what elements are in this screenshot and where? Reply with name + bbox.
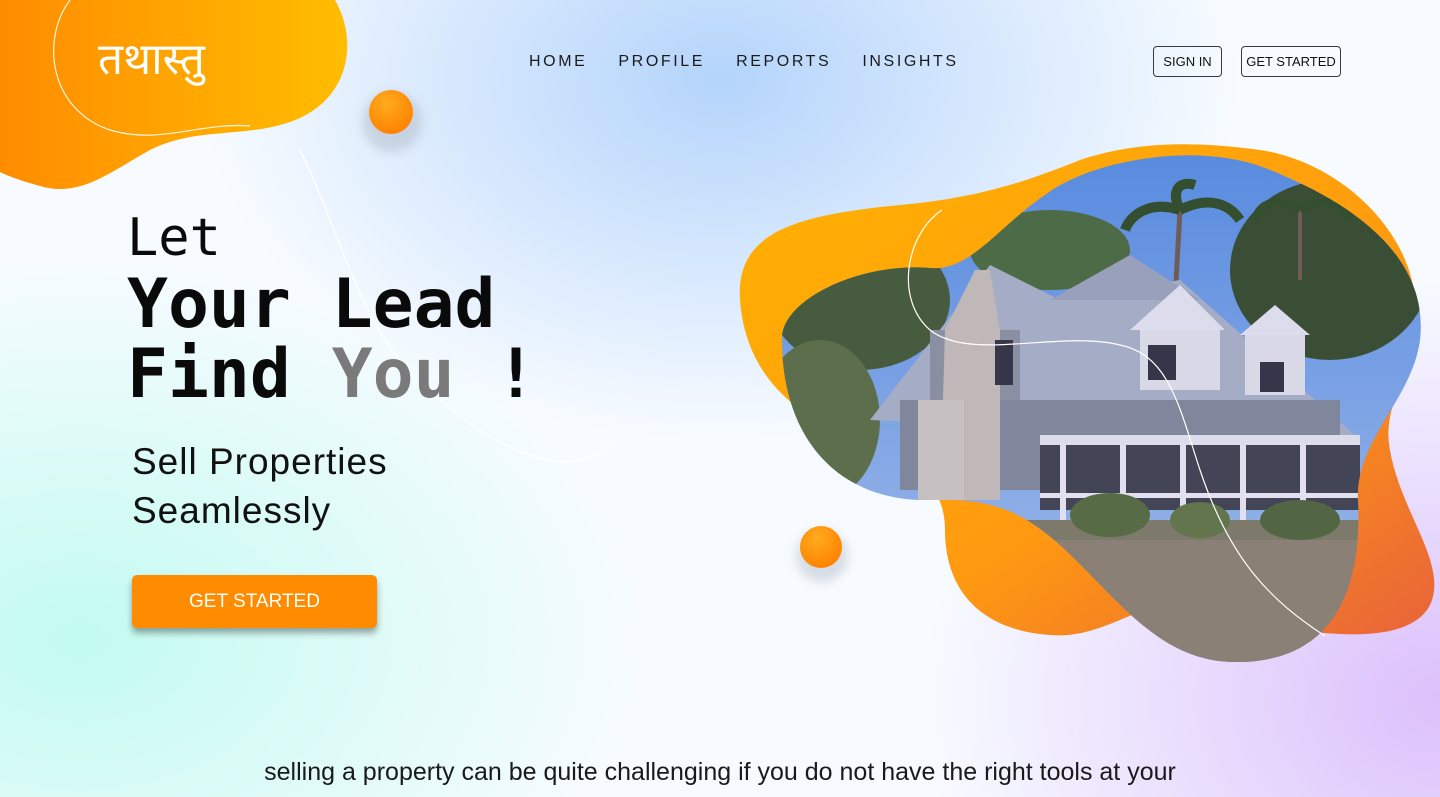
headline-line-1: Let — [127, 208, 221, 268]
header-get-started-button[interactable]: GET STARTED — [1241, 46, 1341, 77]
tagline-line-2: Seamlessly — [132, 490, 332, 531]
headline-line-3: Find You ! — [127, 340, 536, 410]
hero-right-blob — [739, 144, 1435, 636]
intro-paragraph: selling a property can be quite challeng… — [264, 758, 1176, 786]
house-photo-art — [781, 155, 1421, 663]
floating-ball-top — [369, 90, 413, 134]
headline-line-2: Your Lead — [127, 265, 496, 344]
floating-ball-bottom — [800, 526, 842, 568]
headline-you-highlight: You — [331, 335, 455, 414]
nav-home[interactable]: HOME — [529, 50, 587, 74]
nav-insights[interactable]: INSIGHTS — [862, 50, 958, 74]
tagline-line-1: Sell Properties — [132, 441, 388, 482]
nav-profile[interactable]: PROFILE — [618, 50, 705, 74]
nav-reports[interactable]: REPORTS — [736, 50, 831, 74]
sign-in-button[interactable]: SIGN IN — [1153, 46, 1222, 77]
headline-exclaim: ! — [454, 335, 537, 414]
brand-logo[interactable]: तथास्तु — [98, 28, 205, 92]
hero-tagline: Sell Properties Seamlessly — [132, 437, 388, 535]
main-nav: HOME PROFILE REPORTS INSIGHTS — [529, 50, 959, 74]
hero-get-started-button[interactable]: GET STARTED — [132, 575, 377, 628]
hero-headline: Let Your Lead Find You ! — [127, 206, 536, 410]
headline-find: Find — [127, 335, 332, 414]
